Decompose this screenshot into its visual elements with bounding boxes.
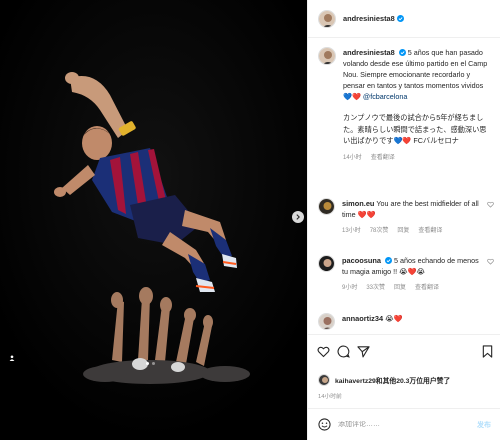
comment-time: 13小时 — [342, 228, 361, 234]
comment-translate-link[interactable]: 查看翻译 — [415, 283, 439, 294]
comment-reply-link[interactable]: 回复 — [397, 226, 409, 237]
heart-icon[interactable] — [487, 201, 494, 208]
comment-time: 9小时 — [342, 285, 358, 291]
commenter-avatar[interactable] — [318, 255, 335, 272]
comment-username[interactable]: pacoosuna — [342, 256, 381, 265]
comment-item: simon.eu You are the best midfielder of … — [318, 198, 498, 237]
player-celebration-image — [0, 0, 307, 440]
caption-username[interactable]: andresiniesta8 — [343, 48, 395, 57]
caption-translate-link[interactable]: 查看翻译 — [371, 153, 395, 164]
comment-item: annaortiz34 😭❤️ — [318, 313, 498, 330]
comment-item: pacoosuna 5 años echando de menos tu mag… — [318, 255, 498, 294]
comment-text: 😭❤️ — [385, 314, 403, 323]
avatar-image — [319, 375, 329, 385]
emoji-icon[interactable] — [318, 418, 331, 431]
post-caption: andresiniesta8 5 años que han pasado vol… — [318, 47, 494, 164]
caption-mention-link[interactable]: @fcbarcelona — [363, 92, 407, 101]
bookmark-icon[interactable] — [481, 345, 494, 358]
comment-likes[interactable]: 33次赞 — [366, 283, 385, 294]
caption-author-avatar[interactable] — [318, 47, 336, 65]
avatar-image — [319, 199, 334, 214]
heart-icon[interactable] — [487, 258, 494, 265]
avatar-image — [319, 10, 335, 27]
comment-input[interactable] — [338, 421, 458, 428]
author-username[interactable]: andresiniesta8 — [343, 14, 395, 23]
verified-badge-icon — [398, 49, 406, 56]
avatar-image — [319, 48, 335, 64]
user-tag-icon — [9, 354, 14, 361]
post-action-bar — [308, 334, 500, 370]
comment-reply-link[interactable]: 回复 — [394, 283, 406, 294]
verified-badge-icon — [385, 257, 393, 264]
commenter-avatar[interactable] — [318, 198, 335, 215]
post-comment-button[interactable]: 发布 — [477, 420, 491, 430]
verified-badge-icon — [396, 15, 404, 22]
post-timestamp: 14小时前 — [318, 394, 342, 400]
liked-by-text[interactable]: kaihavertz29和其他20.3万位用户赞了 — [335, 375, 450, 385]
carousel-indicator — [146, 362, 155, 365]
chevron-right-icon — [296, 214, 300, 220]
comment-composer: 发布 — [308, 408, 500, 440]
caption-japanese-text: カンプノウで最後の試合から5年が経ちました。素晴らしい瞬間で詰まった、感動深い思… — [343, 113, 487, 145]
caption-time: 14小时 — [343, 154, 362, 161]
author-avatar[interactable] — [318, 9, 336, 28]
comment-username[interactable]: simon.eu — [342, 199, 374, 208]
comment-username[interactable]: annaortiz34 — [342, 314, 383, 323]
liker-avatar[interactable] — [318, 374, 330, 386]
commenter-avatar[interactable] — [318, 313, 335, 330]
avatar-image — [319, 314, 334, 329]
share-icon[interactable] — [357, 345, 370, 358]
heart-icon[interactable] — [317, 345, 330, 358]
comment-likes[interactable]: 78次赞 — [370, 226, 389, 237]
user-tag-button[interactable] — [7, 353, 16, 362]
post-header: andresiniesta8 — [308, 0, 500, 38]
liked-by-summary[interactable]: kaihavertz29和其他20.3万位用户赞了 — [318, 374, 450, 386]
post-details-panel: andresiniesta8 andresiniesta8 5 años que… — [307, 0, 500, 440]
carousel-next-button[interactable] — [292, 211, 304, 223]
post-photo — [0, 0, 307, 440]
carousel-dot-active — [146, 362, 149, 365]
comment-translate-link[interactable]: 查看翻译 — [418, 226, 442, 237]
avatar-image — [319, 256, 334, 271]
carousel-dot — [152, 362, 155, 365]
comment-icon[interactable] — [337, 345, 350, 358]
